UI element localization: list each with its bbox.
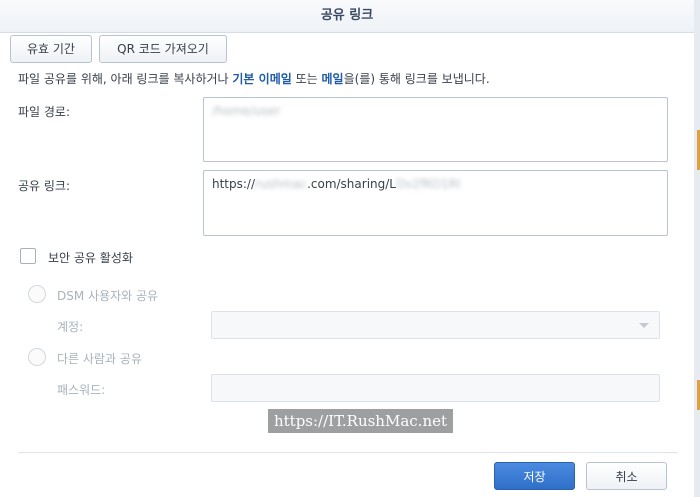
save-button[interactable]: 저장 [494,462,575,490]
share-link-field[interactable]: https://rushmac.com/sharing/LDv2fKO1RI [203,170,668,236]
others-share-label: 다른 사람과 공유 [57,352,142,366]
others-share-radio[interactable] [28,348,46,366]
description-suffix: 을(를) 통해 링크를 보냅니다. [343,72,490,86]
file-path-field[interactable]: /home/user [203,97,668,162]
description-prefix: 파일 공유를 위해, 아래 링크를 복사하거나 [18,72,233,86]
secure-share-checkbox[interactable] [20,248,36,264]
footer-divider [18,452,678,453]
file-path-label: 파일 경로: [18,105,71,119]
cancel-button[interactable]: 취소 [586,462,667,490]
secure-share-label: 보안 공유 활성화 [48,251,133,265]
share-link-id-blurred: Dv2fKO1RI [395,177,461,191]
share-link-host-blurred: rushmac [255,177,308,191]
password-label: 패스워드: [57,383,106,397]
file-path-value: /home/user [212,104,281,118]
validity-period-button[interactable]: 유효 기간 [10,35,92,63]
chevron-down-icon [639,323,649,328]
dialog-title: 공유 링크 [0,0,694,33]
share-link-label: 공유 링크: [18,179,71,193]
watermark-text: https://IT.RushMac.net [268,409,453,433]
dsm-share-radio[interactable] [28,285,46,303]
dsm-share-label: DSM 사용자와 공유 [57,289,159,303]
password-field[interactable] [211,374,660,402]
share-link-path: .com/sharing/L [307,177,396,191]
description-text: 파일 공유를 위해, 아래 링크를 복사하거나 기본 이메일 또는 메일을(를)… [18,70,490,87]
account-label: 계정: [57,320,84,334]
get-qr-code-button[interactable]: QR 코드 가져오기 [99,35,227,63]
share-link-dialog: 공유 링크 유효 기간 QR 코드 가져오기 파일 공유를 위해, 아래 링크를… [0,0,694,497]
account-select[interactable] [211,311,660,339]
mail-link[interactable]: 메일 [322,72,344,86]
share-link-prefix: https:// [212,177,256,191]
background-window-edge [694,0,700,497]
default-email-link[interactable]: 기본 이메일 [232,72,291,86]
description-middle: 또는 [291,72,322,86]
